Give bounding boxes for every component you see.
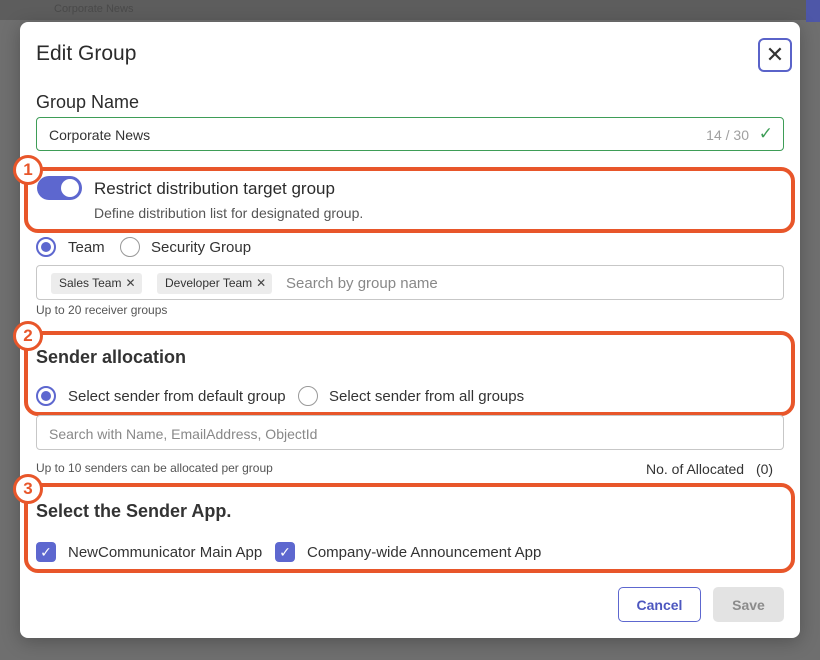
radio-team-label[interactable]: Team xyxy=(68,239,105,256)
restrict-description: Define distribution list for designated … xyxy=(94,205,364,221)
sender-app-title: Select the Sender App. xyxy=(36,501,232,521)
radio-default-group-label[interactable]: Select sender from default group xyxy=(68,388,286,405)
chip-developer-team: Developer Team ✕ xyxy=(157,273,273,294)
remove-chip-icon[interactable]: ✕ xyxy=(256,276,266,290)
toggle-knob xyxy=(61,179,79,197)
checkbox-announcement-app-label[interactable]: Company-wide Announcement App xyxy=(307,544,541,561)
callout-badge-3: 3 xyxy=(13,474,43,504)
radio-all-groups-label[interactable]: Select sender from all groups xyxy=(329,388,524,405)
chip-label: Developer Team xyxy=(165,276,253,290)
restrict-toggle[interactable] xyxy=(37,176,82,200)
checkbox-main-app[interactable]: ✓ xyxy=(36,542,56,562)
radio-default-group[interactable] xyxy=(36,386,56,406)
background-title: Corporate News xyxy=(54,3,134,15)
receiver-search-placeholder[interactable]: Search by group name xyxy=(286,275,438,292)
chip-label: Sales Team xyxy=(59,276,122,290)
background-accent xyxy=(806,0,820,22)
remove-chip-icon[interactable]: ✕ xyxy=(125,276,135,290)
radio-all-groups[interactable] xyxy=(298,386,318,406)
save-button[interactable]: Save xyxy=(713,587,784,622)
sender-search-input[interactable]: Search with Name, EmailAddress, ObjectId xyxy=(36,415,784,450)
radio-security-group[interactable] xyxy=(120,237,140,257)
close-button[interactable]: ✕ xyxy=(758,38,792,72)
sender-search-placeholder[interactable]: Search with Name, EmailAddress, ObjectId xyxy=(49,426,317,442)
receiver-hint: Up to 20 receiver groups xyxy=(36,303,168,317)
callout-frame-1 xyxy=(24,167,795,233)
edit-group-dialog: Edit Group ✕ Group Name Corporate News 1… xyxy=(13,22,800,638)
sender-hint: Up to 10 senders can be allocated per gr… xyxy=(36,461,273,475)
group-name-value[interactable]: Corporate News xyxy=(49,127,150,143)
receiver-group-input[interactable]: Sales Team ✕ Developer Team ✕ Search by gr… xyxy=(36,265,784,300)
allocated-label: No. of Allocated xyxy=(646,461,745,477)
checkbox-announcement-app[interactable]: ✓ xyxy=(275,542,295,562)
sender-allocation-title: Sender allocation xyxy=(36,347,187,367)
dialog-title: Edit Group xyxy=(36,42,137,65)
close-icon: ✕ xyxy=(765,42,785,67)
background-header: Corporate News xyxy=(0,0,820,20)
char-counter: 14 / 30 xyxy=(706,127,749,143)
chip-sales-team: Sales Team ✕ xyxy=(51,273,142,294)
allocated-value: (0) xyxy=(755,461,774,477)
checkbox-main-app-label[interactable]: NewCommunicator Main App xyxy=(68,544,262,561)
radio-team[interactable] xyxy=(36,237,56,257)
cancel-button[interactable]: Cancel xyxy=(618,587,701,622)
radio-security-group-label[interactable]: Security Group xyxy=(151,239,251,256)
group-name-label: Group Name xyxy=(36,92,140,112)
checkmark-icon: ✓ xyxy=(758,124,773,143)
restrict-title: Restrict distribution target group xyxy=(94,179,335,198)
allocated-count: No. of Allocated (0) xyxy=(646,461,773,477)
group-name-field[interactable]: Corporate News 14 / 30 ✓ xyxy=(36,117,784,151)
